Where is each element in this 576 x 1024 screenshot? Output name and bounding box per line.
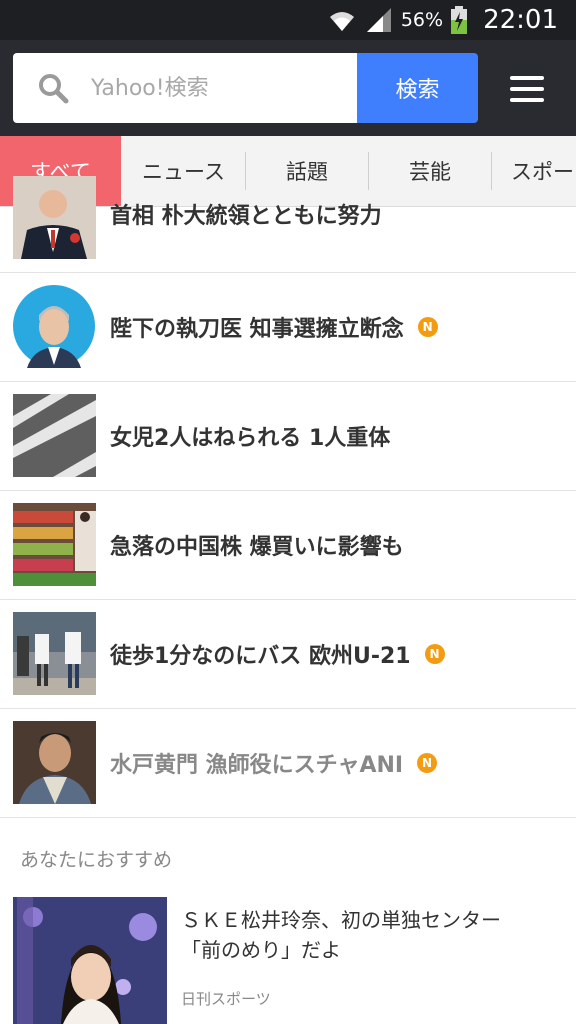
news-title: 首相 朴大統領とともに努力 — [110, 204, 382, 229]
news-title: 水戸黄門 漁師役にスチャANI N — [110, 747, 438, 779]
new-badge-icon: N — [417, 317, 438, 337]
recommendation-title: ＳＫＥ松井玲奈、初の単独センター 「前のめり」だよ — [181, 905, 551, 965]
recommendation-source: 日刊スポーツ — [181, 990, 271, 1008]
clock: 22:01 — [483, 5, 558, 35]
tab-entertainment[interactable]: 芸能 — [369, 136, 491, 206]
new-badge-icon: N — [417, 753, 438, 773]
news-thumbnail — [13, 503, 96, 586]
search-icon — [39, 74, 69, 104]
news-thumbnail — [13, 394, 96, 477]
news-title: 徒歩1分なのにバス 欧州U-21 N — [110, 638, 445, 670]
search-header: 検索 — [0, 40, 576, 136]
recommendation-title-line: 「前のめり」だよ — [181, 938, 341, 962]
news-thumbnail — [13, 612, 96, 695]
news-thumbnail — [13, 176, 96, 259]
news-item[interactable]: 陛下の執刀医 知事選擁立断念 N — [0, 273, 576, 382]
wifi-icon — [329, 12, 354, 31]
news-item[interactable]: 水戸黄門 漁師役にスチャANI N — [0, 709, 576, 818]
status-bar: 56% 22:01 — [0, 0, 576, 40]
news-thumbnail — [13, 285, 96, 368]
news-item[interactable]: 首相 朴大統領とともに努力 — [0, 176, 576, 273]
recommendations-heading: あなたにおすすめ — [20, 849, 173, 871]
news-item[interactable]: 徒歩1分なのにバス 欧州U-21 N — [0, 600, 576, 709]
hamburger-menu-icon[interactable] — [510, 76, 544, 102]
status-icons: 56% 22:01 — [327, 0, 558, 40]
battery-charging-icon — [451, 6, 468, 34]
search-box[interactable] — [13, 53, 357, 123]
tab-topics[interactable]: 話題 — [246, 136, 368, 206]
news-item[interactable]: 急落の中国株 爆買いに影響も — [0, 491, 576, 600]
news-title: 急落の中国株 爆買いに影響も — [110, 535, 404, 560]
tab-news[interactable]: ニュース — [122, 136, 245, 206]
news-title: 女児2人はねられる 1人重体 — [110, 426, 391, 451]
new-badge-icon: N — [424, 644, 445, 664]
news-thumbnail — [13, 721, 96, 804]
signal-icon — [366, 8, 391, 32]
news-title: 陛下の執刀医 知事選擁立断念 N — [110, 311, 438, 343]
recommendation-title-line: ＳＫＥ松井玲奈、初の単独センター — [181, 908, 501, 932]
battery-percent: 56% — [400, 9, 444, 31]
recommendation-thumbnail — [13, 897, 167, 1024]
search-button[interactable]: 検索 — [357, 53, 478, 123]
search-input[interactable] — [89, 74, 333, 102]
tab-sports[interactable]: スポー — [492, 136, 576, 206]
news-item[interactable]: 女児2人はねられる 1人重体 — [0, 382, 576, 491]
